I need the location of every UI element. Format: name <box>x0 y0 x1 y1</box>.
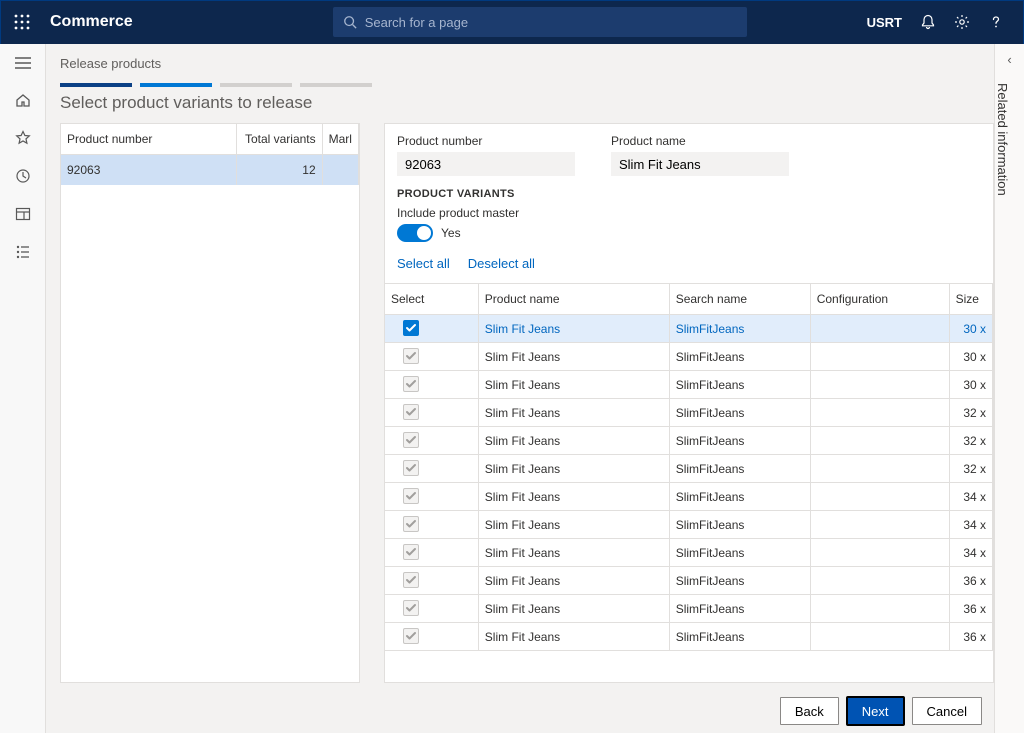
related-info-label[interactable]: Related information <box>995 75 1010 196</box>
clock-icon[interactable] <box>15 168 31 184</box>
step-2 <box>140 83 212 87</box>
variant-row[interactable]: Slim Fit JeansSlimFitJeans36 x <box>385 623 993 651</box>
help-icon[interactable] <box>988 14 1004 30</box>
include-master-label: Include product master <box>385 206 993 224</box>
search-input[interactable] <box>365 15 737 30</box>
row-checkbox[interactable] <box>403 460 419 476</box>
chevron-left-icon[interactable]: ‹ <box>995 44 1024 75</box>
variant-row[interactable]: Slim Fit JeansSlimFitJeans32 x <box>385 455 993 483</box>
variants-hscroll[interactable] <box>385 668 993 678</box>
variants-panel: Product number Product name PRODUCT VARI… <box>384 123 994 683</box>
variant-row[interactable]: Slim Fit JeansSlimFitJeans30 x <box>385 371 993 399</box>
select-all-link[interactable]: Select all <box>397 256 450 271</box>
wizard-footer: Back Next Cancel <box>780 697 982 725</box>
global-search[interactable] <box>333 7 747 37</box>
gear-icon[interactable] <box>954 14 970 30</box>
col-configuration[interactable]: Configuration <box>810 284 949 315</box>
include-master-toggle[interactable] <box>397 224 433 242</box>
col-product-number[interactable]: Product number <box>61 124 236 155</box>
col-product-name[interactable]: Product name <box>478 284 669 315</box>
row-checkbox[interactable] <box>403 376 419 392</box>
company-label[interactable]: USRT <box>867 15 902 30</box>
products-hscroll[interactable] <box>61 683 359 693</box>
variant-row[interactable]: Slim Fit JeansSlimFitJeans36 x <box>385 595 993 623</box>
section-title: Select product variants to release <box>60 93 994 113</box>
product-number-input[interactable] <box>397 152 575 176</box>
include-master-value: Yes <box>441 226 461 240</box>
col-marl[interactable]: Marl <box>322 124 358 155</box>
row-checkbox[interactable] <box>403 348 419 364</box>
hamburger-icon[interactable] <box>14 56 32 70</box>
variants-heading: PRODUCT VARIANTS <box>385 188 993 206</box>
row-checkbox[interactable] <box>403 516 419 532</box>
app-launcher-icon[interactable] <box>0 14 44 30</box>
page-title: Release products <box>60 56 994 71</box>
col-total-variants[interactable]: Total variants <box>236 124 322 155</box>
left-nav-rail <box>0 44 46 733</box>
row-checkbox[interactable] <box>403 320 419 336</box>
products-panel: Product number Total variants Marl 92063… <box>60 123 360 683</box>
product-name-label: Product name <box>611 134 789 148</box>
deselect-all-link[interactable]: Deselect all <box>468 256 535 271</box>
search-icon <box>343 15 357 29</box>
col-select[interactable]: Select <box>385 284 478 315</box>
variant-row[interactable]: Slim Fit JeansSlimFitJeans30 x <box>385 315 993 343</box>
next-button[interactable]: Next <box>847 697 904 725</box>
bell-icon[interactable] <box>920 14 936 30</box>
row-checkbox[interactable] <box>403 432 419 448</box>
variant-row[interactable]: Slim Fit JeansSlimFitJeans36 x <box>385 567 993 595</box>
cancel-button[interactable]: Cancel <box>912 697 982 725</box>
product-number-label: Product number <box>397 134 575 148</box>
row-checkbox[interactable] <box>403 600 419 616</box>
star-icon[interactable] <box>15 130 31 146</box>
back-button[interactable]: Back <box>780 697 839 725</box>
variant-row[interactable]: Slim Fit JeansSlimFitJeans30 x <box>385 343 993 371</box>
row-checkbox[interactable] <box>403 572 419 588</box>
home-icon[interactable] <box>15 92 31 108</box>
product-row[interactable]: 9206312 <box>61 155 359 186</box>
related-info-pane: ‹ Related information <box>994 44 1024 733</box>
variant-row[interactable]: Slim Fit JeansSlimFitJeans34 x <box>385 539 993 567</box>
step-3 <box>220 83 292 87</box>
variant-row[interactable]: Slim Fit JeansSlimFitJeans32 x <box>385 427 993 455</box>
row-checkbox[interactable] <box>403 488 419 504</box>
variant-row[interactable]: Slim Fit JeansSlimFitJeans34 x <box>385 483 993 511</box>
topbar: Commerce USRT <box>0 0 1024 44</box>
col-size[interactable]: Size <box>949 284 992 315</box>
step-1 <box>60 83 132 87</box>
modules-icon[interactable] <box>15 244 31 260</box>
step-4 <box>300 83 372 87</box>
brand-title: Commerce <box>44 13 133 31</box>
col-search-name[interactable]: Search name <box>669 284 810 315</box>
variant-row[interactable]: Slim Fit JeansSlimFitJeans32 x <box>385 399 993 427</box>
wizard-progress <box>60 83 994 87</box>
row-checkbox[interactable] <box>403 628 419 644</box>
row-checkbox[interactable] <box>403 404 419 420</box>
row-checkbox[interactable] <box>403 544 419 560</box>
workspace-icon[interactable] <box>15 206 31 222</box>
variant-row[interactable]: Slim Fit JeansSlimFitJeans34 x <box>385 511 993 539</box>
product-name-input[interactable] <box>611 152 789 176</box>
